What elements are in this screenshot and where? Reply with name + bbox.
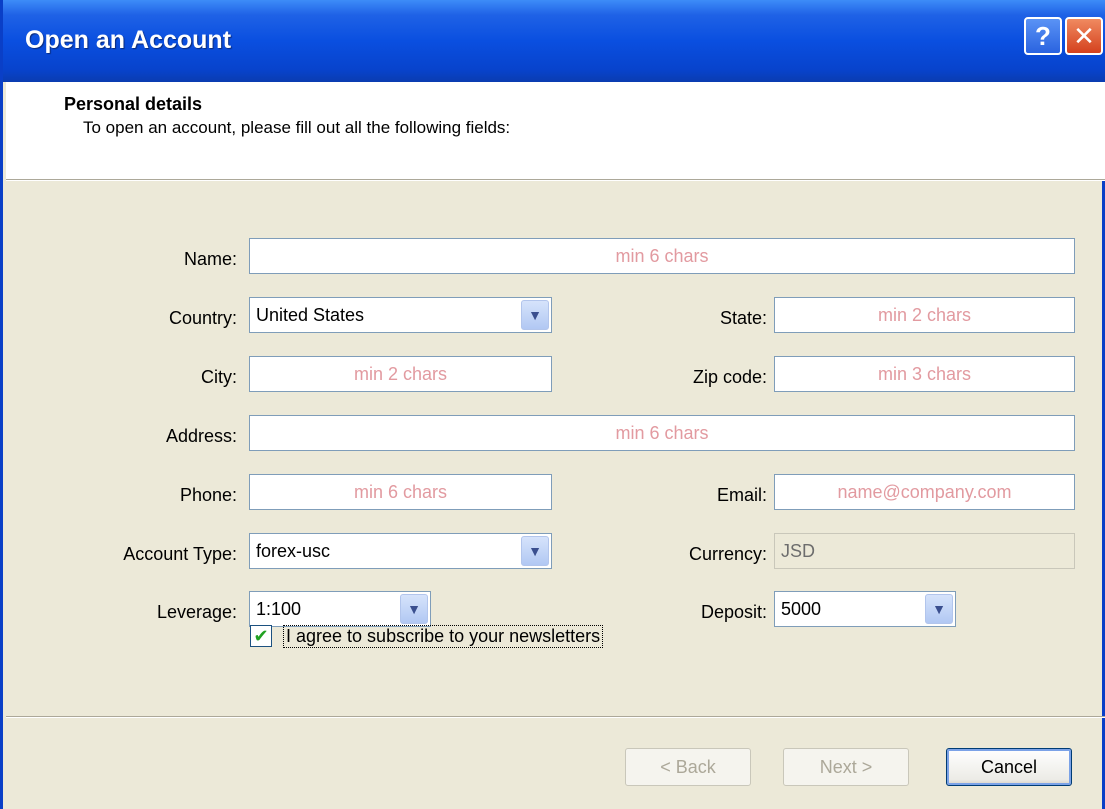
city-label: City: [201, 367, 237, 387]
account-type-label: Account Type: [123, 544, 237, 564]
deposit-label: Deposit: [700, 602, 767, 622]
section-title: Personal details [64, 94, 203, 114]
currency-value: JSD [781, 540, 816, 561]
account-type-select[interactable]: forex-usc ▼ [249, 533, 552, 569]
header-panel: Personal details To open an account, ple… [6, 82, 1105, 179]
email-placeholder: name@company.com [837, 481, 1012, 502]
city-input[interactable]: min 2 chars [249, 356, 552, 392]
name-label: Name: [183, 249, 237, 269]
state-input[interactable]: min 2 chars [774, 297, 1075, 333]
chevron-down-icon[interactable]: ▼ [400, 594, 428, 624]
phone-input[interactable]: min 6 chars [249, 474, 552, 510]
deposit-value: 5000 [781, 599, 822, 619]
footer-divider [6, 716, 1105, 718]
leverage-label: Leverage: [156, 602, 237, 622]
state-label: State: [719, 308, 767, 328]
header-divider [6, 179, 1105, 181]
address-placeholder: min 6 chars [615, 422, 709, 443]
window-title: Open an Account [25, 26, 232, 54]
chevron-down-icon[interactable]: ▼ [925, 594, 953, 624]
city-placeholder: min 2 chars [353, 363, 448, 384]
country-label: Country: [168, 308, 237, 328]
name-placeholder: min 6 chars [615, 245, 709, 266]
cancel-button[interactable]: Cancel [946, 748, 1072, 786]
newsletter-label[interactable]: I agree to subscribe to your newsletters [283, 625, 604, 648]
leverage-select[interactable]: 1:100 ▼ [249, 591, 431, 627]
country-value: United States [256, 305, 365, 325]
close-button[interactable]: ✕ [1065, 17, 1103, 55]
section-subtitle: To open an account, please fill out all … [83, 118, 511, 137]
zip-label: Zip code: [692, 367, 767, 387]
back-button[interactable]: < Back [625, 748, 751, 786]
email-input[interactable]: name@company.com [774, 474, 1075, 510]
close-icon: ✕ [1073, 20, 1095, 51]
name-input[interactable]: min 6 chars [249, 238, 1075, 274]
newsletter-checkbox[interactable]: ✔ [250, 625, 272, 647]
title-bar[interactable]: Open an Account ? ✕ [3, 0, 1105, 82]
phone-placeholder: min 6 chars [353, 481, 448, 502]
country-select[interactable]: United States ▼ [249, 297, 552, 333]
address-input[interactable]: min 6 chars [249, 415, 1075, 451]
help-button[interactable]: ? [1024, 17, 1062, 55]
help-icon: ? [1035, 20, 1051, 51]
zip-input[interactable]: min 3 chars [774, 356, 1075, 392]
phone-label: Phone: [179, 485, 237, 505]
state-placeholder: min 2 chars [877, 304, 972, 325]
open-account-dialog: Open an Account ? ✕ Personal details To … [0, 0, 1105, 809]
email-label: Email: [716, 485, 767, 505]
currency-label: Currency: [688, 544, 767, 564]
deposit-select[interactable]: 5000 ▼ [774, 591, 956, 627]
account-type-value: forex-usc [256, 541, 331, 561]
leverage-value: 1:100 [256, 599, 302, 619]
zip-placeholder: min 3 chars [877, 363, 972, 384]
address-label: Address: [165, 426, 237, 446]
next-button[interactable]: Next > [783, 748, 909, 786]
currency-field: JSD [774, 533, 1075, 569]
checkmark-icon: ✔ [253, 625, 269, 646]
